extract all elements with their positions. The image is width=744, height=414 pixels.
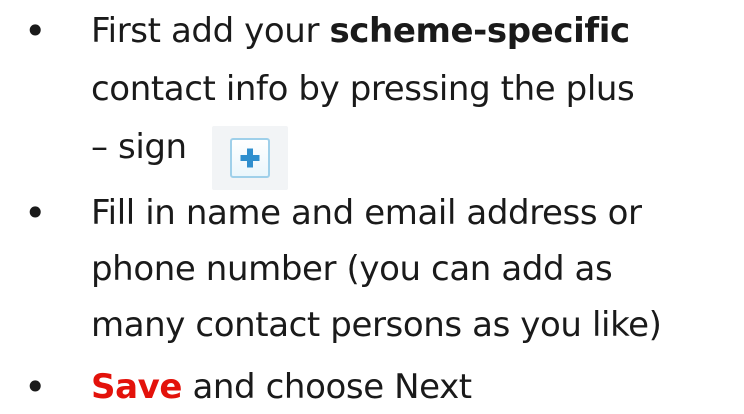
bullet-2-line-1: Fill in name and email address or — [91, 193, 642, 233]
save-highlight: Save — [91, 367, 183, 407]
bullet-1-emphasis: scheme-specific — [329, 11, 630, 51]
plus-icon — [230, 138, 270, 178]
plus-glyph-icon — [240, 148, 260, 168]
bullet-1-line-1: First add your scheme-specific — [91, 14, 630, 48]
bullet-2-line-2: phone number (you can add as — [91, 249, 613, 289]
bullet-marker: • — [24, 9, 47, 53]
bullet-marker: • — [24, 191, 47, 235]
bullet-marker: • — [24, 365, 47, 409]
bullet-1-line-1-text: First add your — [91, 11, 330, 51]
bullet-3-line-1-text: and choose Next — [182, 367, 472, 407]
bullet-1-line-2: contact info by pressing the plus — [91, 69, 635, 109]
instruction-slide: • First add your scheme-specific contact… — [0, 0, 744, 414]
add-contact-button — [212, 126, 288, 190]
bullet-1-line-3: – sign — [91, 127, 187, 167]
bullet-3-line-1: Save and choose Next — [91, 370, 472, 404]
bullet-2-line-3: many contact persons as you like) — [91, 305, 662, 345]
